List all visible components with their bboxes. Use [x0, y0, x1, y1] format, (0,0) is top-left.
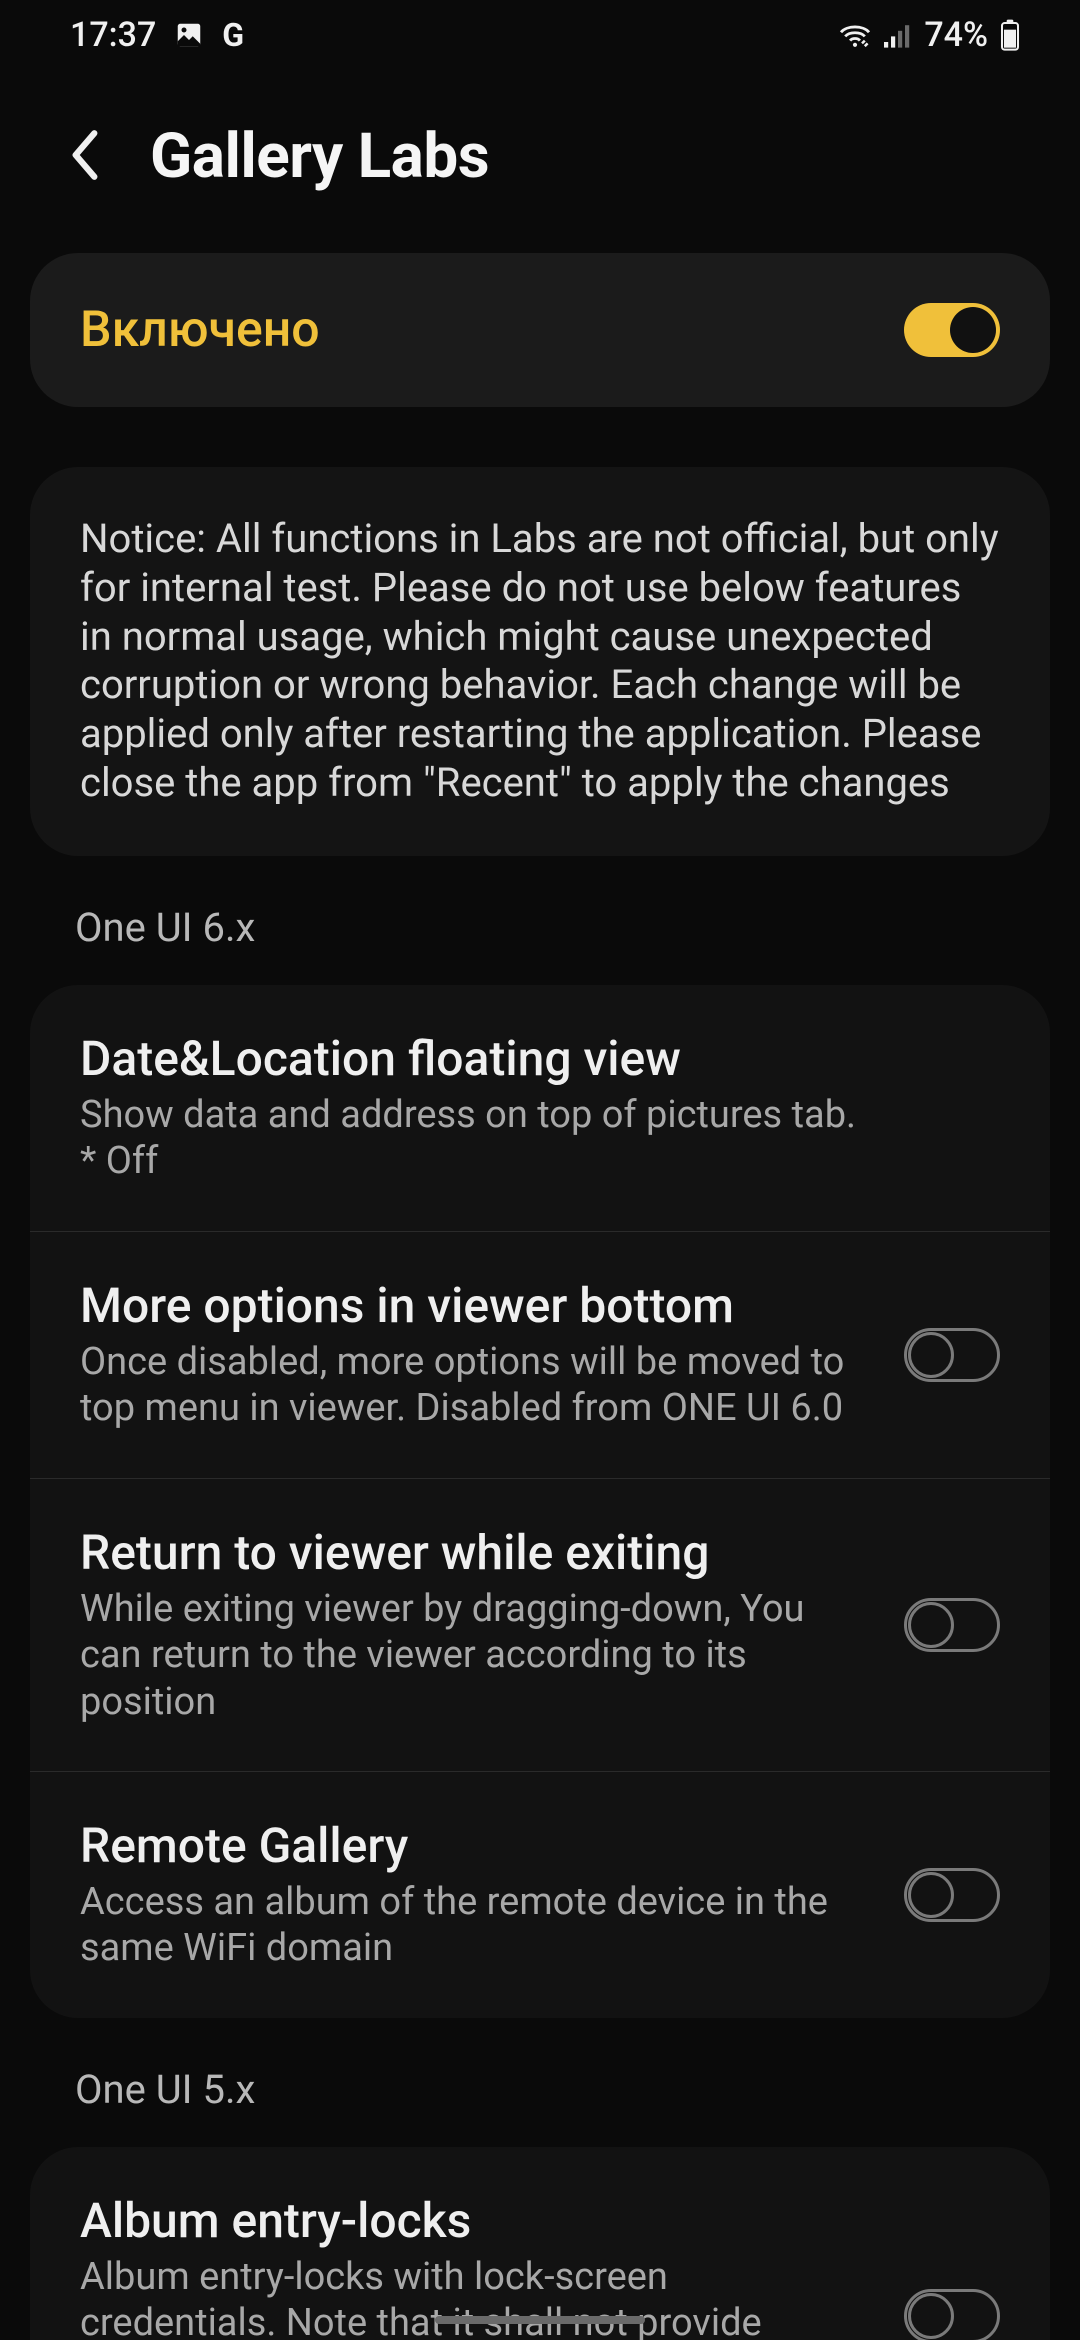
battery-icon [1000, 19, 1020, 51]
status-time: 17:37 [70, 15, 156, 55]
wifi-icon [838, 21, 872, 49]
settings-list-oneui6: Date&Location floating view Show data an… [30, 985, 1050, 2018]
app-header: Gallery Labs [0, 70, 1080, 253]
toggle-remote-gallery[interactable] [904, 1868, 1000, 1922]
setting-title: Return to viewer while exiting [80, 1525, 864, 1580]
setting-title: Remote Gallery [80, 1818, 864, 1873]
setting-album-entry-locks[interactable]: Album entry-locks Album entry-locks with… [30, 2147, 1050, 2340]
setting-title: Date&Location floating view [80, 1031, 1000, 1086]
setting-desc: Access an album of the remote device in … [80, 1879, 864, 1972]
setting-desc: Show data and address on top of pictures… [80, 1092, 1000, 1185]
toggle-return-viewer[interactable] [904, 1598, 1000, 1652]
master-toggle[interactable] [904, 303, 1000, 357]
setting-desc: Album entry-locks with lock-screen crede… [80, 2254, 864, 2340]
toggle-album-entry-locks[interactable] [904, 2289, 1000, 2340]
battery-text: 74% [924, 15, 988, 55]
setting-date-location[interactable]: Date&Location floating view Show data an… [30, 985, 1050, 1231]
master-toggle-card: Включено [30, 253, 1050, 407]
master-toggle-label: Включено [80, 301, 320, 359]
signal-icon [884, 22, 912, 48]
toggle-more-options[interactable] [904, 1328, 1000, 1382]
setting-remote-gallery[interactable]: Remote Gallery Access an album of the re… [30, 1771, 1050, 2018]
section-header-oneui5: One UI 5.x [0, 2018, 1080, 2123]
setting-title: Album entry-locks [80, 2193, 864, 2248]
settings-list-oneui5: Album entry-locks Album entry-locks with… [30, 2147, 1050, 2340]
status-bar: 17:37 G [0, 0, 1080, 70]
gallery-notif-icon [174, 20, 204, 50]
setting-return-viewer[interactable]: Return to viewer while exiting While exi… [30, 1478, 1050, 1771]
setting-desc: While exiting viewer by dragging-down, Y… [80, 1586, 864, 1725]
chevron-left-icon [65, 127, 105, 186]
setting-desc: Once disabled, more options will be move… [80, 1339, 864, 1432]
section-header-oneui6: One UI 6.x [0, 856, 1080, 961]
back-button[interactable] [50, 122, 120, 192]
master-toggle-row[interactable]: Включено [30, 253, 1050, 407]
google-notif-icon: G [222, 16, 244, 54]
nav-handle[interactable] [435, 2316, 645, 2324]
setting-title: More options in viewer bottom [80, 1278, 864, 1333]
notice-text: Notice: All functions in Labs are not of… [80, 515, 1000, 808]
setting-more-options-viewer[interactable]: More options in viewer bottom Once disab… [30, 1231, 1050, 1478]
page-title: Gallery Labs [150, 120, 489, 193]
notice-card: Notice: All functions in Labs are not of… [30, 467, 1050, 856]
